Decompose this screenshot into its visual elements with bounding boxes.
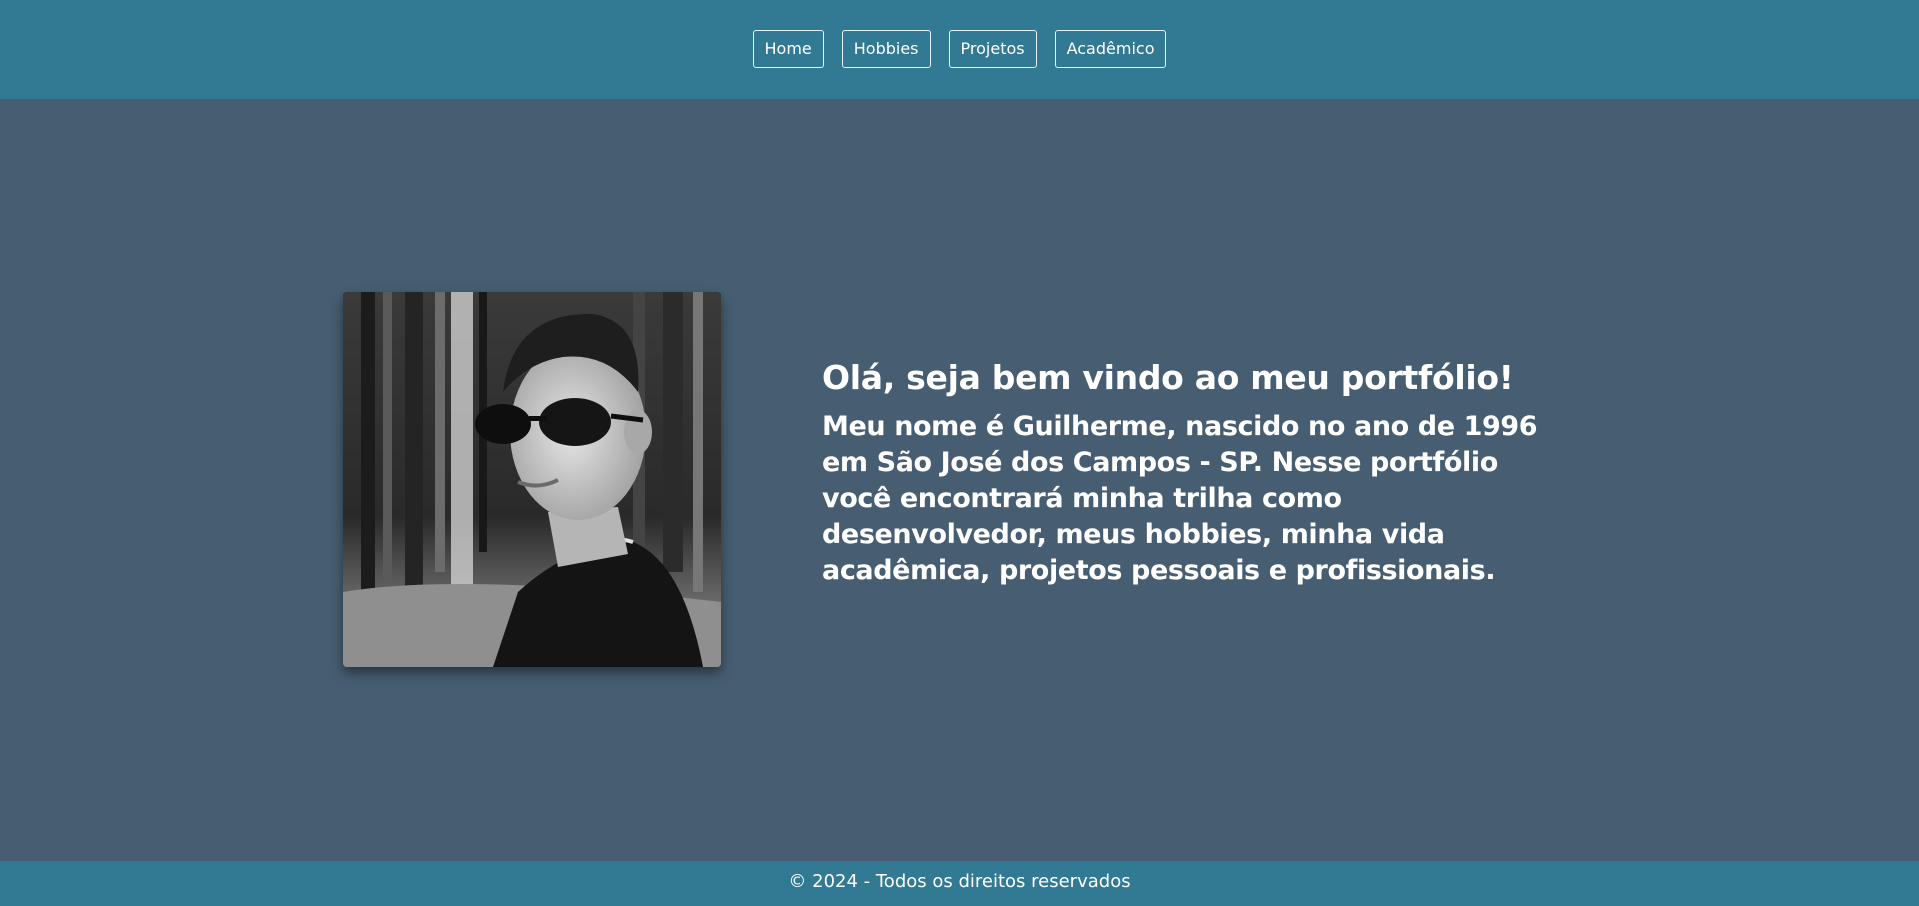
nav-hobbies-button[interactable]: Hobbies <box>841 30 931 68</box>
site-header: Home Hobbies Projetos Acadêmico <box>0 0 1919 99</box>
copyright-text: © 2024 - Todos os direitos reservados <box>788 871 1131 892</box>
nav-home-button[interactable]: Home <box>752 30 824 68</box>
site-footer: © 2024 - Todos os direitos reservados <box>0 861 1919 906</box>
main-content: Olá, seja bem vindo ao meu portfólio! Me… <box>0 99 1919 861</box>
profile-photo <box>343 292 721 667</box>
nav-academico-button[interactable]: Acadêmico <box>1054 30 1167 68</box>
intro-section: Olá, seja bem vindo ao meu portfólio! Me… <box>822 357 1552 589</box>
main-nav: Home Hobbies Projetos Acadêmico <box>0 30 1919 68</box>
page-title: Olá, seja bem vindo ao meu portfólio! <box>822 358 1514 397</box>
nav-projetos-button[interactable]: Projetos <box>948 30 1037 68</box>
intro-description: Meu nome é Guilherme, nascido no ano de … <box>822 411 1538 586</box>
